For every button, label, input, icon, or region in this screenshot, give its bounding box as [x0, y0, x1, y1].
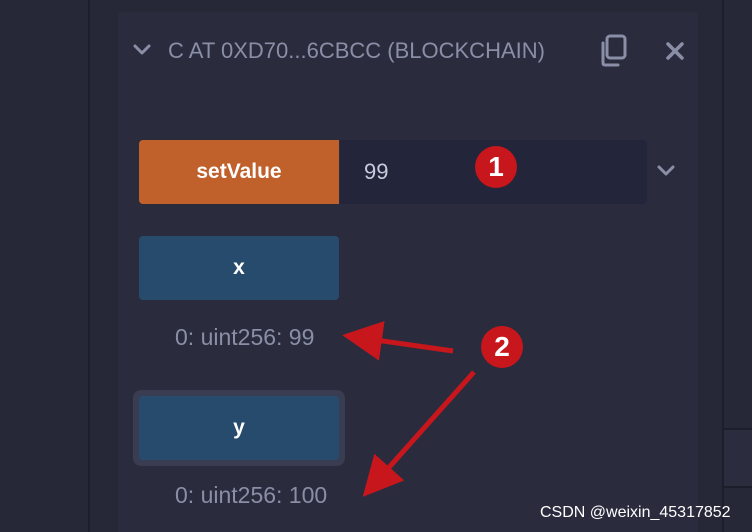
annotation-badge-1: 1	[475, 146, 517, 188]
x-call-result: 0: uint256: 99	[175, 324, 315, 350]
annotation-badge-2: 2	[481, 326, 523, 368]
right-panel-control[interactable]	[724, 428, 752, 488]
contract-instance-title: C AT 0XD70...6CBCC (BLOCKCHAIN)	[168, 38, 545, 63]
chevron-down-icon[interactable]	[656, 161, 676, 181]
csdn-watermark: CSDN @weixin_45317852	[540, 504, 731, 521]
setvalue-button[interactable]: setValue	[139, 140, 339, 204]
x-function-row: x	[139, 236, 339, 300]
copy-icon[interactable]	[598, 34, 628, 68]
close-icon[interactable]	[664, 40, 686, 62]
y-button-focus-ring: y	[133, 390, 345, 466]
y-call-button[interactable]: y	[139, 396, 339, 460]
right-panel-edge	[722, 0, 752, 532]
left-panel-divider	[88, 0, 90, 532]
y-call-result: 0: uint256: 100	[175, 482, 328, 508]
chevron-down-icon[interactable]	[132, 40, 152, 60]
deployed-contract-panel: C AT 0XD70...6CBCC (BLOCKCHAIN) setValue…	[118, 12, 698, 532]
contract-instance-header: C AT 0XD70...6CBCC (BLOCKCHAIN)	[118, 12, 698, 92]
x-call-button[interactable]: x	[139, 236, 339, 300]
remix-deployed-contracts-view: C AT 0XD70...6CBCC (BLOCKCHAIN) setValue…	[0, 0, 752, 532]
